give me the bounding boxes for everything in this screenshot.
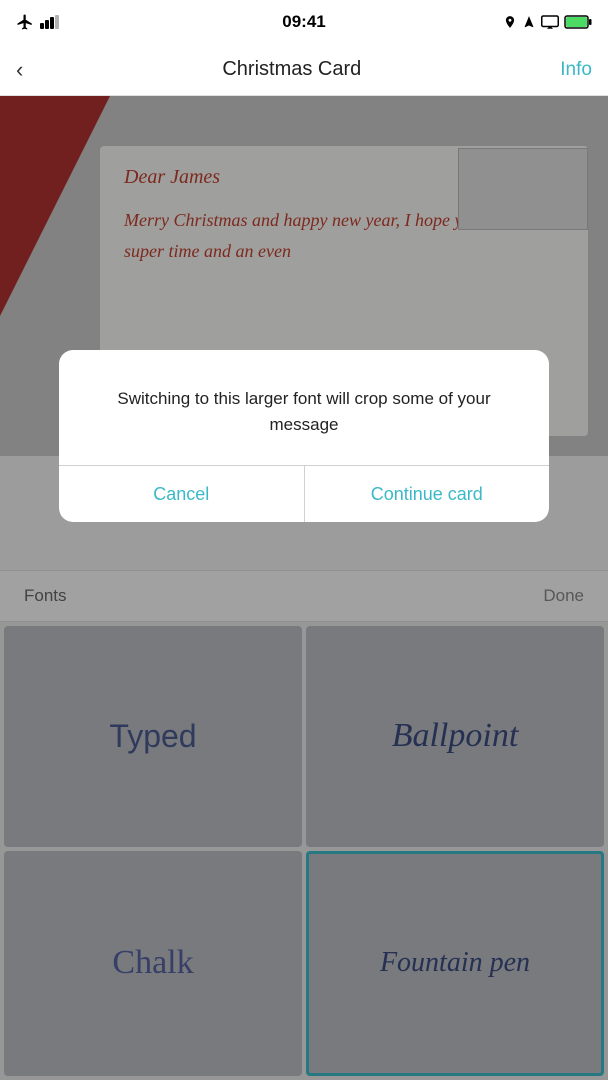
dialog-buttons: Cancel Continue card	[59, 466, 549, 522]
cancel-button[interactable]: Cancel	[59, 466, 304, 522]
location-icon	[503, 15, 517, 29]
airplay-icon	[541, 15, 559, 29]
nav-bar: ‹ Christmas Card Info	[0, 44, 608, 96]
status-right	[503, 15, 592, 29]
status-bar: 09:41	[0, 0, 608, 44]
info-button[interactable]: Info	[560, 59, 592, 81]
dialog-message: Switching to this larger font will crop …	[59, 350, 549, 465]
status-time: 09:41	[282, 12, 325, 32]
crop-warning-dialog: Switching to this larger font will crop …	[59, 350, 549, 522]
continue-card-button[interactable]: Continue card	[305, 466, 550, 522]
page-title: Christmas Card	[222, 58, 361, 81]
navigation-icon	[522, 15, 536, 29]
battery-icon	[564, 15, 592, 29]
signal-icon	[40, 15, 60, 29]
modal-overlay	[0, 96, 608, 1080]
back-button[interactable]: ‹	[16, 57, 23, 83]
airplane-icon	[16, 13, 34, 31]
status-left	[16, 13, 60, 31]
